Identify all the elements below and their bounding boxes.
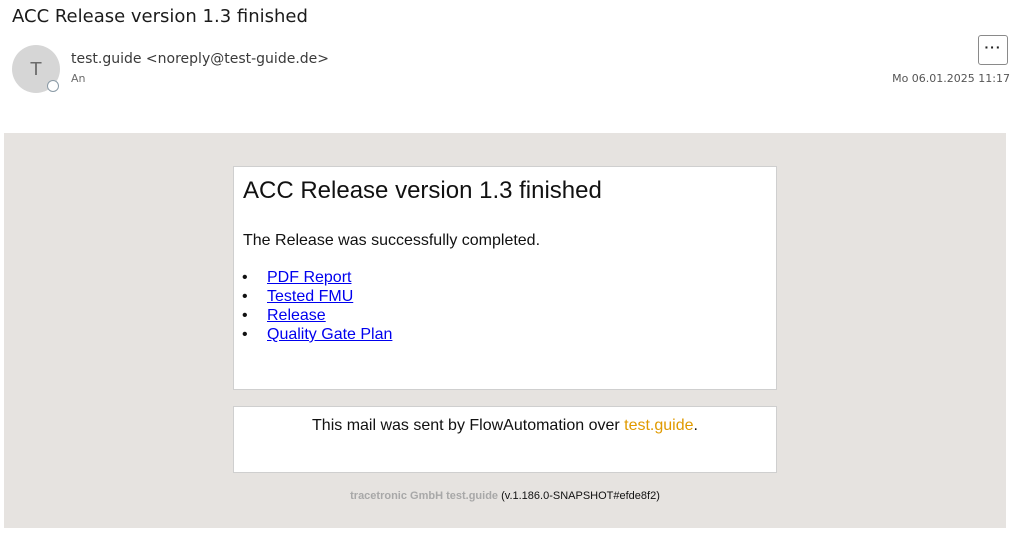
release-link[interactable]: Release [267, 307, 326, 324]
footer-text-before: This mail was sent by FlowAutomation ove… [312, 417, 625, 434]
bullet-icon: • [242, 326, 248, 343]
email-body: ACC Release version 1.3 finished The Rel… [4, 133, 1006, 528]
email-date: Mo 06.01.2025 11:17 [892, 72, 1010, 85]
more-icon: ··· [984, 39, 1002, 55]
signature-company: tracetronic GmbH test.guide [350, 490, 499, 502]
bullet-icon: • [242, 269, 248, 286]
more-actions-button[interactable]: ··· [978, 35, 1008, 65]
test-guide-link[interactable]: test.guide [624, 417, 693, 434]
tested-fmu-link[interactable]: Tested FMU [267, 288, 353, 305]
footer-text: This mail was sent by FlowAutomation ove… [234, 417, 776, 435]
sender-name[interactable]: test.guide <noreply@test-guide.de> [71, 51, 329, 67]
email-subject: ACC Release version 1.3 finished [12, 6, 308, 27]
footer-card: This mail was sent by FlowAutomation ove… [233, 406, 777, 473]
quality-gate-plan-link[interactable]: Quality Gate Plan [267, 326, 392, 343]
bullet-icon: • [242, 307, 248, 324]
list-item: • Tested FMU [242, 287, 392, 306]
content-text: The Release was successfully completed. [243, 232, 541, 249]
bullet-icon: • [242, 288, 248, 305]
recipient-label: An [71, 72, 86, 85]
signature-version: (v.1.186.0-SNAPSHOT#efde8f2) [501, 490, 660, 502]
content-title: ACC Release version 1.3 finished [243, 177, 602, 204]
list-item: • PDF Report [242, 268, 392, 287]
pdf-report-link[interactable]: PDF Report [267, 269, 351, 286]
signature: tracetronic GmbH test.guide (v.1.186.0-S… [4, 490, 1006, 502]
list-item: • Quality Gate Plan [242, 325, 392, 344]
footer-text-after: . [693, 417, 698, 434]
presence-status-icon [47, 80, 59, 92]
content-card: ACC Release version 1.3 finished The Rel… [233, 166, 777, 390]
avatar-initial: T [30, 58, 42, 80]
link-list: • PDF Report • Tested FMU • Release • Qu… [242, 268, 392, 344]
list-item: • Release [242, 306, 392, 325]
